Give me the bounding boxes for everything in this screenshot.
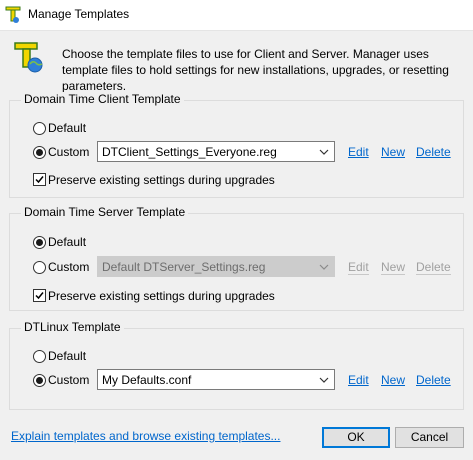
dtlinux-custom-label: Custom (48, 373, 90, 387)
ok-button[interactable]: OK (322, 427, 390, 448)
server-default-label: Default (48, 235, 87, 249)
client-default-option[interactable]: Default (10, 120, 130, 140)
title-bar: Manage Templates (0, 0, 473, 31)
explain-templates-link[interactable]: Explain templates and browse existing te… (11, 429, 280, 443)
dtlinux-template-value: My Defaults.conf (102, 373, 192, 387)
chevron-down-icon (319, 264, 329, 270)
chevron-down-icon (319, 149, 329, 155)
client-edit-link[interactable]: Edit (348, 145, 369, 159)
server-template-value: Default DTServer_Settings.reg (102, 260, 266, 274)
app-icon (5, 6, 21, 23)
server-default-radio[interactable] (33, 236, 46, 249)
client-template-value: DTClient_Settings_Everyone.reg (102, 145, 277, 159)
server-template-group: Domain Time Server Template Default Cust… (9, 205, 464, 311)
cancel-button[interactable]: Cancel (395, 427, 464, 448)
server-new-label: New (381, 260, 406, 275)
dtlinux-edit-link[interactable]: Edit (348, 373, 369, 387)
server-custom-option[interactable]: Custom (10, 259, 90, 279)
client-template-group: Domain Time Client Template Default Cust… (9, 92, 464, 198)
intro-text: Choose the template files to use for Cli… (62, 47, 449, 93)
server-preserve-option[interactable]: Preserve existing settings during upgrad… (10, 288, 275, 308)
chevron-down-icon (319, 377, 329, 383)
dtlinux-template-select[interactable]: My Defaults.conf (97, 369, 335, 390)
template-header-icon (14, 42, 43, 73)
server-delete-link: Delete (416, 260, 451, 275)
dtlinux-default-radio[interactable] (33, 350, 46, 363)
client-preserve-label: Preserve existing settings during upgrad… (48, 173, 275, 187)
dtlinux-template-group: DTLinux Template Default Custom My Defau… (9, 320, 464, 410)
checkmark-icon (35, 176, 44, 184)
server-preserve-label: Preserve existing settings during upgrad… (48, 289, 275, 303)
window-title: Manage Templates (28, 7, 130, 21)
server-preserve-checkbox[interactable] (33, 289, 46, 302)
dtlinux-default-option[interactable]: Default (10, 348, 130, 368)
client-preserve-checkbox[interactable] (33, 173, 46, 186)
server-template-select: Default DTServer_Settings.reg (97, 256, 335, 277)
dtlinux-group-title: DTLinux Template (21, 320, 124, 334)
client-template-select[interactable]: DTClient_Settings_Everyone.reg (97, 141, 335, 162)
client-default-radio[interactable] (33, 122, 46, 135)
dtlinux-delete-link[interactable]: Delete (416, 373, 451, 387)
dtlinux-new-link[interactable]: New (381, 373, 405, 387)
client-default-label: Default (48, 121, 87, 135)
server-custom-radio[interactable] (33, 261, 46, 274)
server-new-link: New (381, 260, 406, 275)
dtlinux-custom-option[interactable]: Custom (10, 372, 90, 392)
client-custom-option[interactable]: Custom (10, 144, 90, 164)
server-custom-label: Custom (48, 260, 90, 274)
server-edit-label: Edit (348, 260, 369, 275)
client-custom-label: Custom (48, 145, 90, 159)
client-delete-link[interactable]: Delete (416, 145, 451, 159)
server-default-option[interactable]: Default (10, 234, 130, 254)
server-edit-link: Edit (348, 260, 369, 275)
client-custom-radio[interactable] (33, 146, 46, 159)
server-group-title: Domain Time Server Template (21, 205, 189, 219)
checkmark-icon (35, 292, 44, 300)
dtlinux-custom-radio[interactable] (33, 374, 46, 387)
client-new-link[interactable]: New (381, 145, 405, 159)
client-group-title: Domain Time Client Template (21, 92, 184, 106)
client-preserve-option[interactable]: Preserve existing settings during upgrad… (10, 172, 275, 192)
server-delete-label: Delete (416, 260, 451, 275)
dtlinux-default-label: Default (48, 349, 87, 363)
